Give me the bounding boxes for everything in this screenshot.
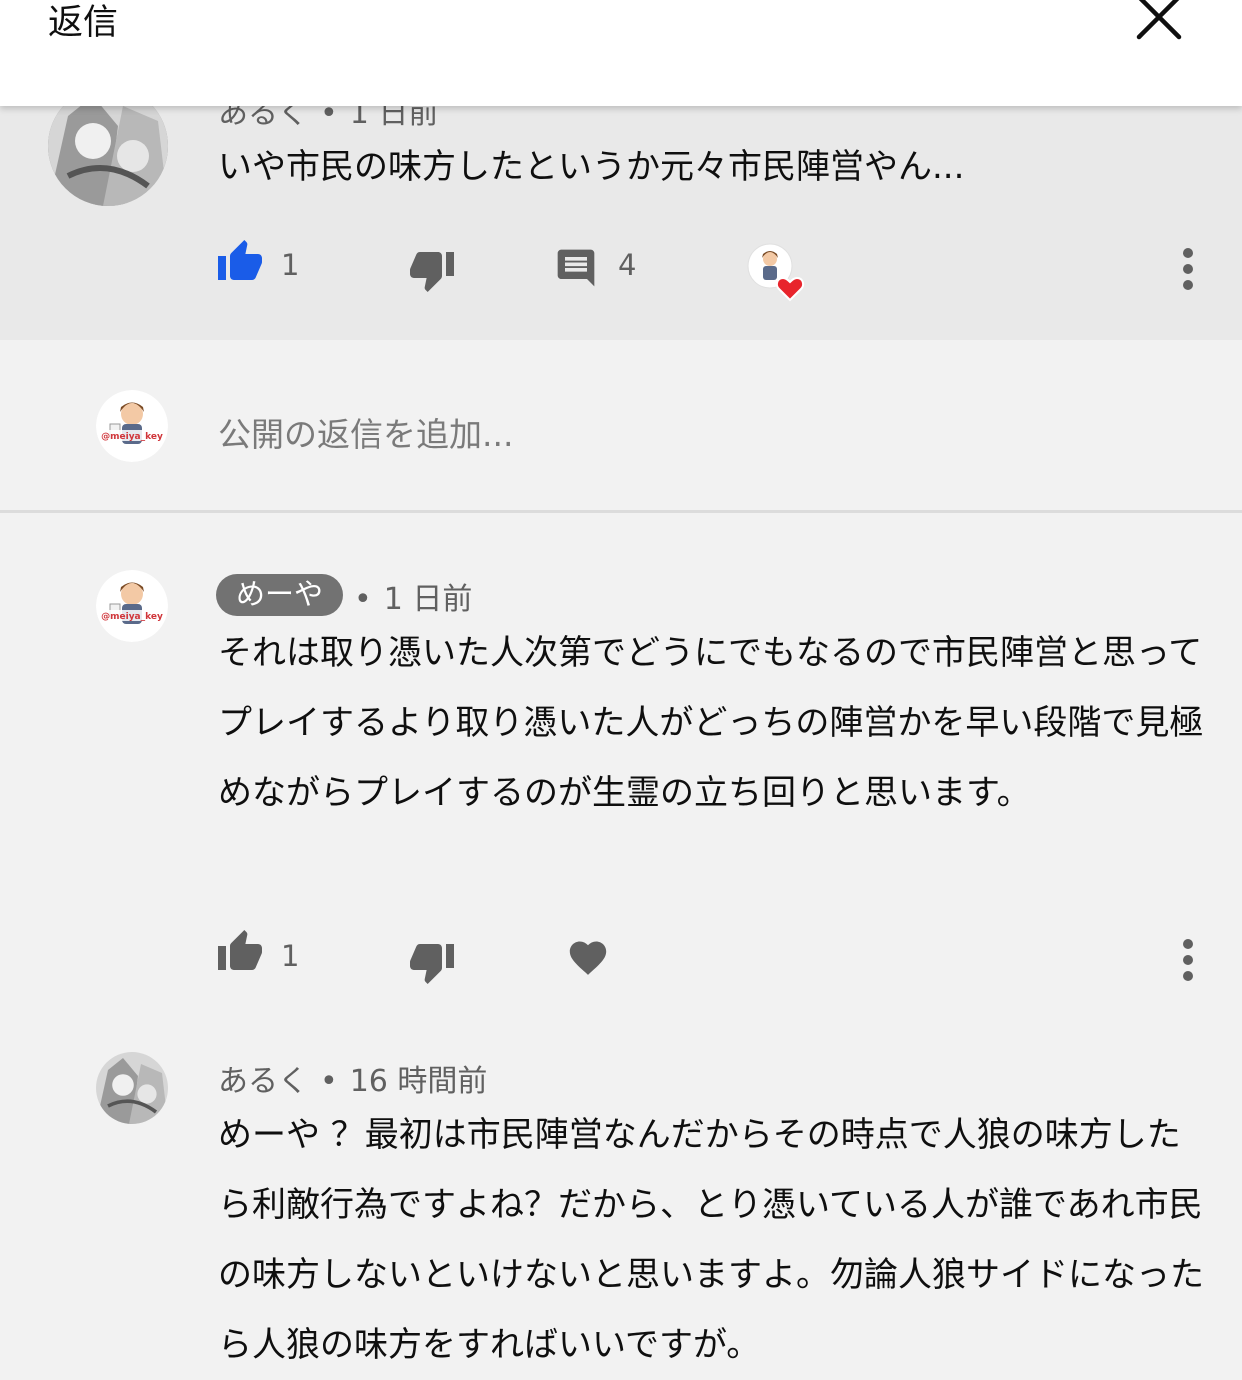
header-title: 返信 — [48, 3, 119, 43]
reply2-meta: あるく • 16 時間前 — [218, 1064, 488, 1099]
reply-heart-button[interactable] — [566, 936, 610, 976]
thumbs-down-icon — [410, 252, 454, 292]
reply-more-options-button[interactable] — [1181, 939, 1195, 987]
reply-like-count: 1 — [281, 939, 300, 973]
parent-reply-count: 4 — [618, 248, 637, 282]
compose-reply-area — [0, 340, 1242, 510]
parent-more-options-button[interactable] — [1181, 248, 1195, 296]
reply2-author-avatar[interactable] — [96, 1052, 168, 1124]
heart-icon — [569, 941, 607, 975]
replies-header: 返信 — [0, 0, 1242, 106]
parent-like-button[interactable] — [216, 238, 264, 282]
current-user-avatar: @meiya_key — [96, 390, 168, 462]
reply-author-chip[interactable]: めーや — [216, 574, 344, 616]
thumbs-up-icon — [218, 930, 262, 970]
comment-icon — [557, 249, 595, 287]
heart-icon — [775, 276, 805, 302]
thumbs-up-icon — [218, 240, 262, 280]
reply-input[interactable]: 公開の返信を追加... — [218, 408, 513, 456]
reply2-text: めーや ？最初は市民陣営なんだからその時点で人狼の味方したら利敵行為ですよね？だ… — [218, 1115, 1204, 1365]
close-icon — [1136, 0, 1182, 40]
close-button[interactable] — [1134, 0, 1184, 42]
parent-comment-text: いや市民の味方したというか元々市民陣営やん... — [218, 147, 965, 187]
thumbs-down-icon — [410, 944, 454, 984]
reply-timestamp: 1 日前 — [383, 582, 473, 617]
reply-author-avatar[interactable]: @meiya_key — [96, 570, 168, 642]
creator-heart-badge — [746, 242, 808, 304]
reply-meta: • 1 日前 — [354, 582, 473, 617]
avatar-watermark: @meiya_key — [101, 612, 163, 622]
parent-like-count: 1 — [281, 248, 300, 282]
parent-reply-button[interactable] — [554, 246, 598, 290]
reply2-author-name[interactable]: あるく — [218, 1064, 308, 1099]
reply-text: それは取り憑いた人次第でどうにでもなるので市民陣営と思ってプレイするより取り憑い… — [218, 633, 1204, 813]
reply-like-button[interactable] — [216, 928, 264, 972]
divider — [0, 510, 1242, 513]
parent-dislike-button[interactable] — [408, 250, 456, 294]
reply-dislike-button[interactable] — [408, 942, 456, 986]
avatar-watermark: @meiya_key — [101, 432, 163, 442]
reply2-timestamp: 16 時間前 — [349, 1064, 488, 1099]
